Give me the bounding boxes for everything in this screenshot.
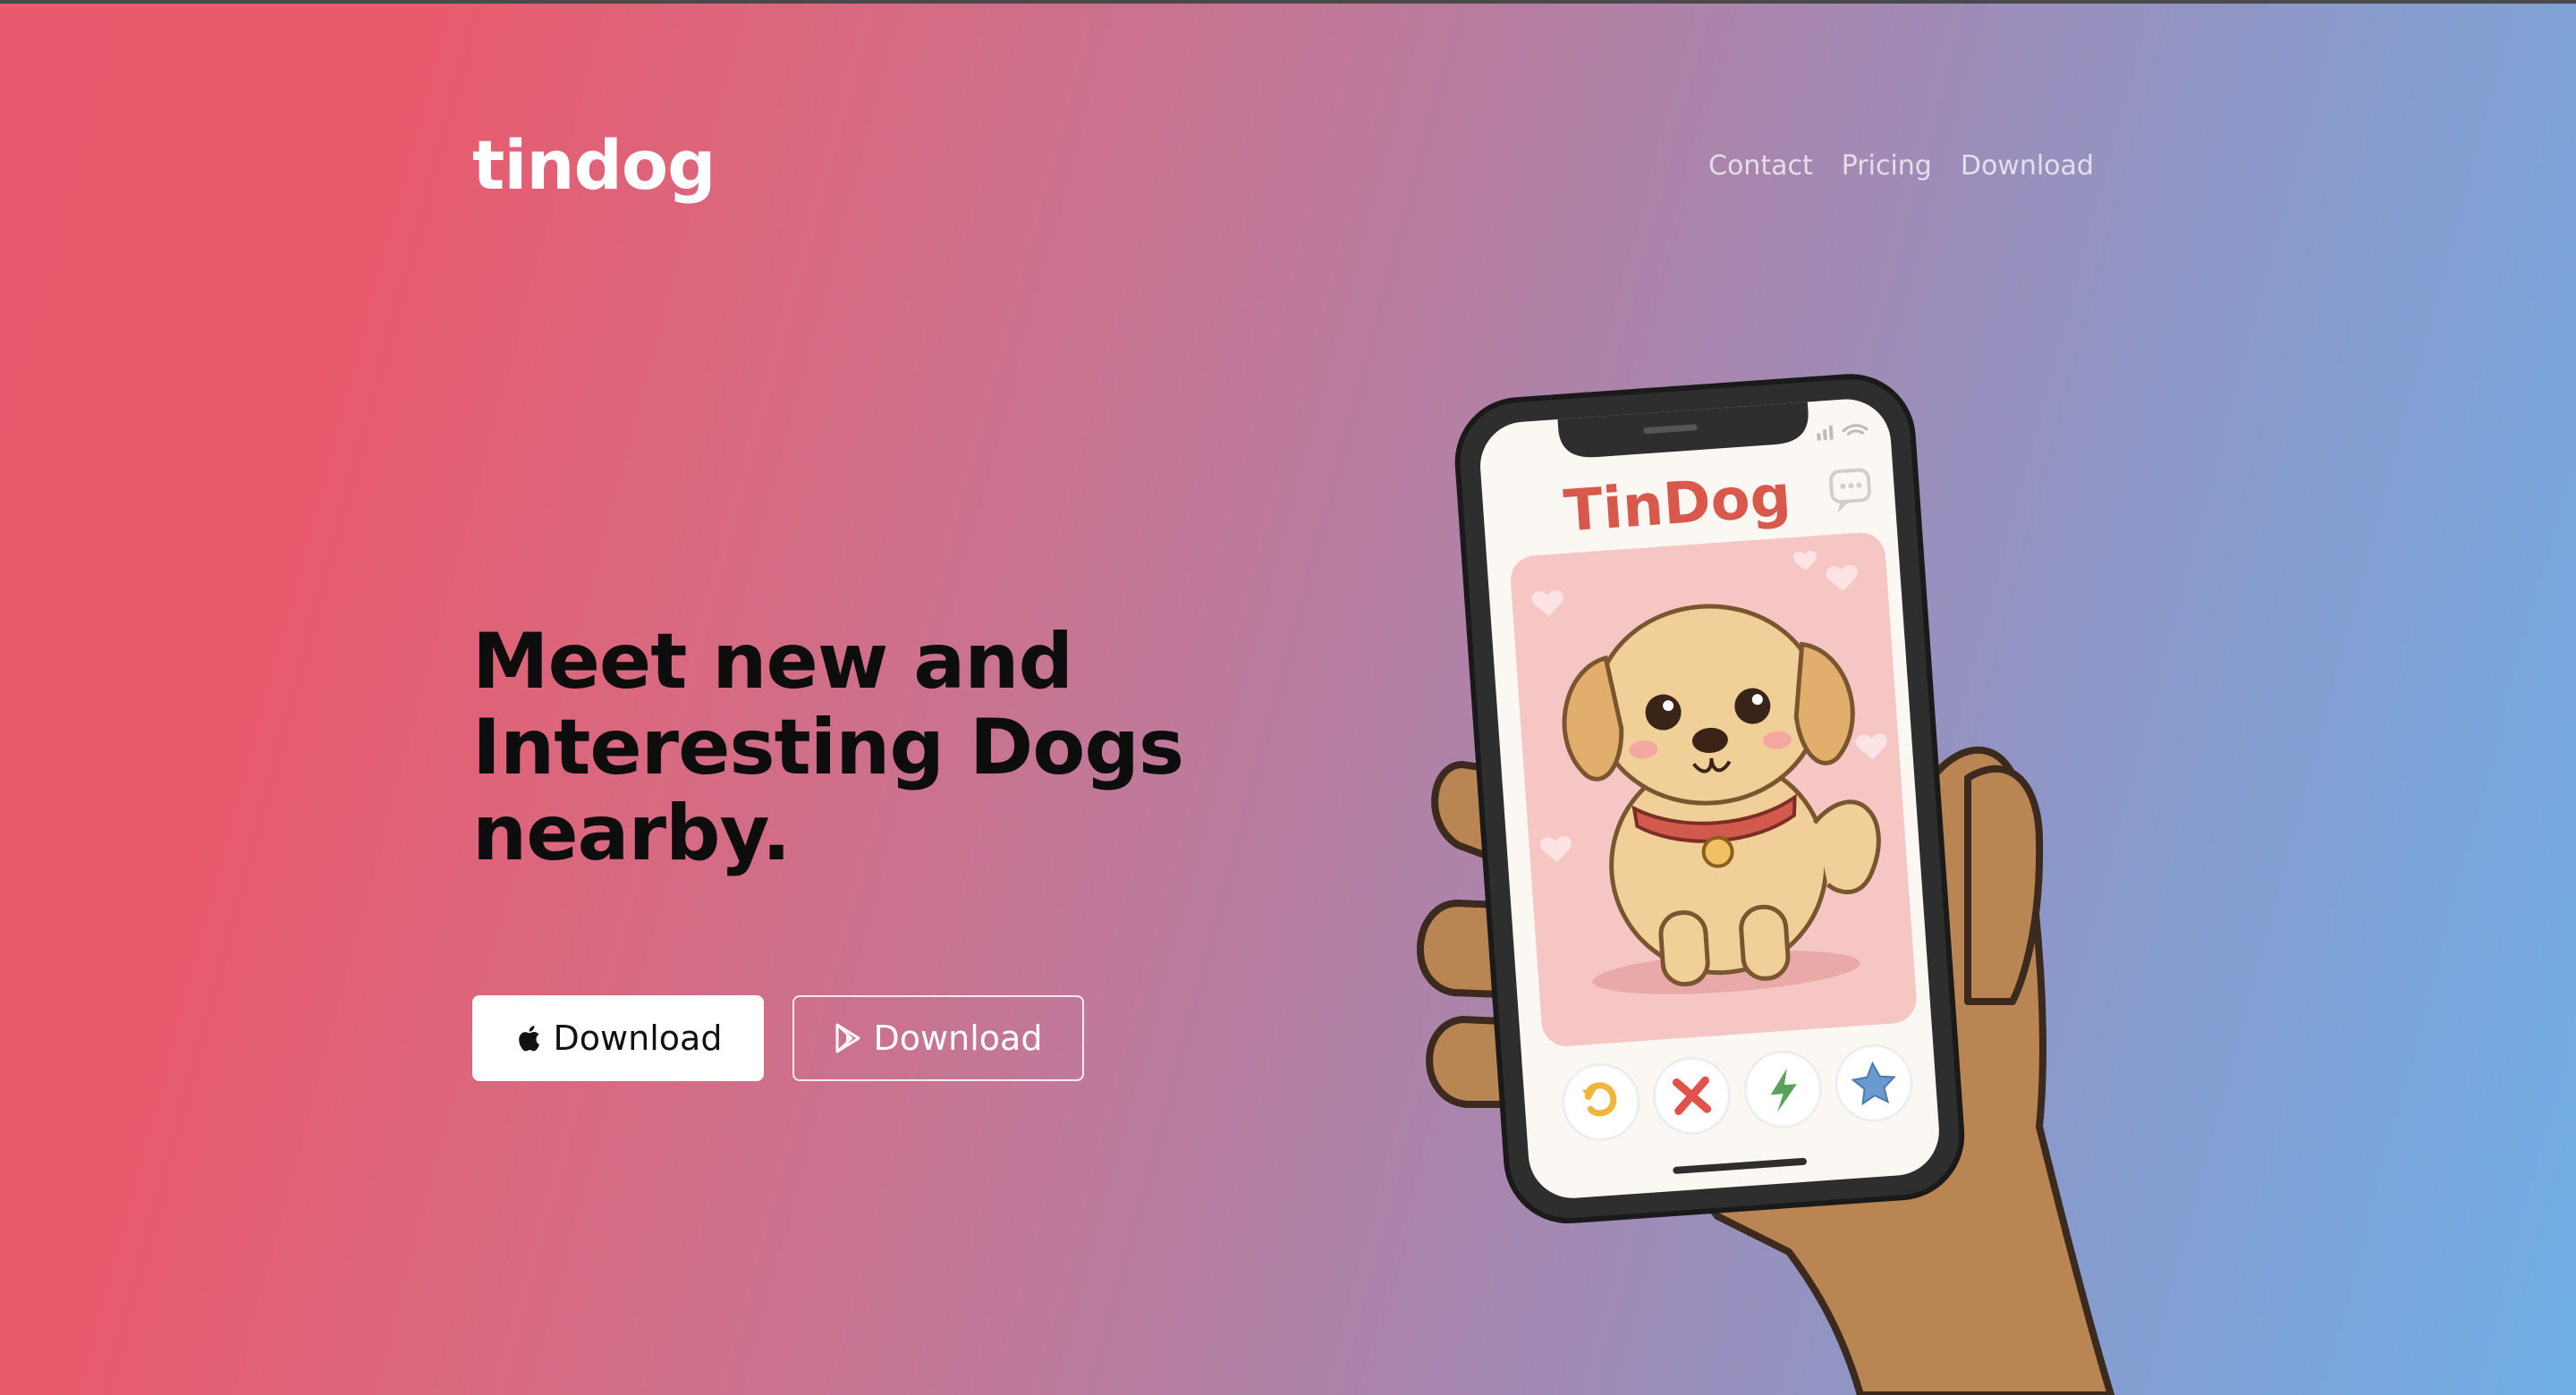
main-nav: Contact Pricing Download [1708,150,2094,182]
play-download-label: Download [873,1019,1043,1058]
google-play-icon [835,1023,861,1053]
apple-icon [514,1023,541,1053]
phone-illustration: TinDog [1395,358,2129,1395]
nav-link-download[interactable]: Download [1961,150,2094,182]
headline-line-2: Interesting Dogs [472,703,1184,792]
play-download-button[interactable]: Download [792,995,1084,1081]
hero-headline: Meet new and Interesting Dogs nearby. [472,619,1277,876]
nav-link-pricing[interactable]: Pricing [1842,150,1932,182]
apple-download-button[interactable]: Download [472,995,764,1081]
hero-page: tindog Contact Pricing Download Meet new… [0,0,2576,1395]
nav-link-contact[interactable]: Contact [1708,150,1813,182]
apple-download-label: Download [553,1019,723,1058]
top-border [0,0,2576,4]
headline-line-1: Meet new and [472,617,1073,706]
headline-line-3: nearby. [472,789,791,878]
brand-logo[interactable]: tindog [472,125,716,205]
